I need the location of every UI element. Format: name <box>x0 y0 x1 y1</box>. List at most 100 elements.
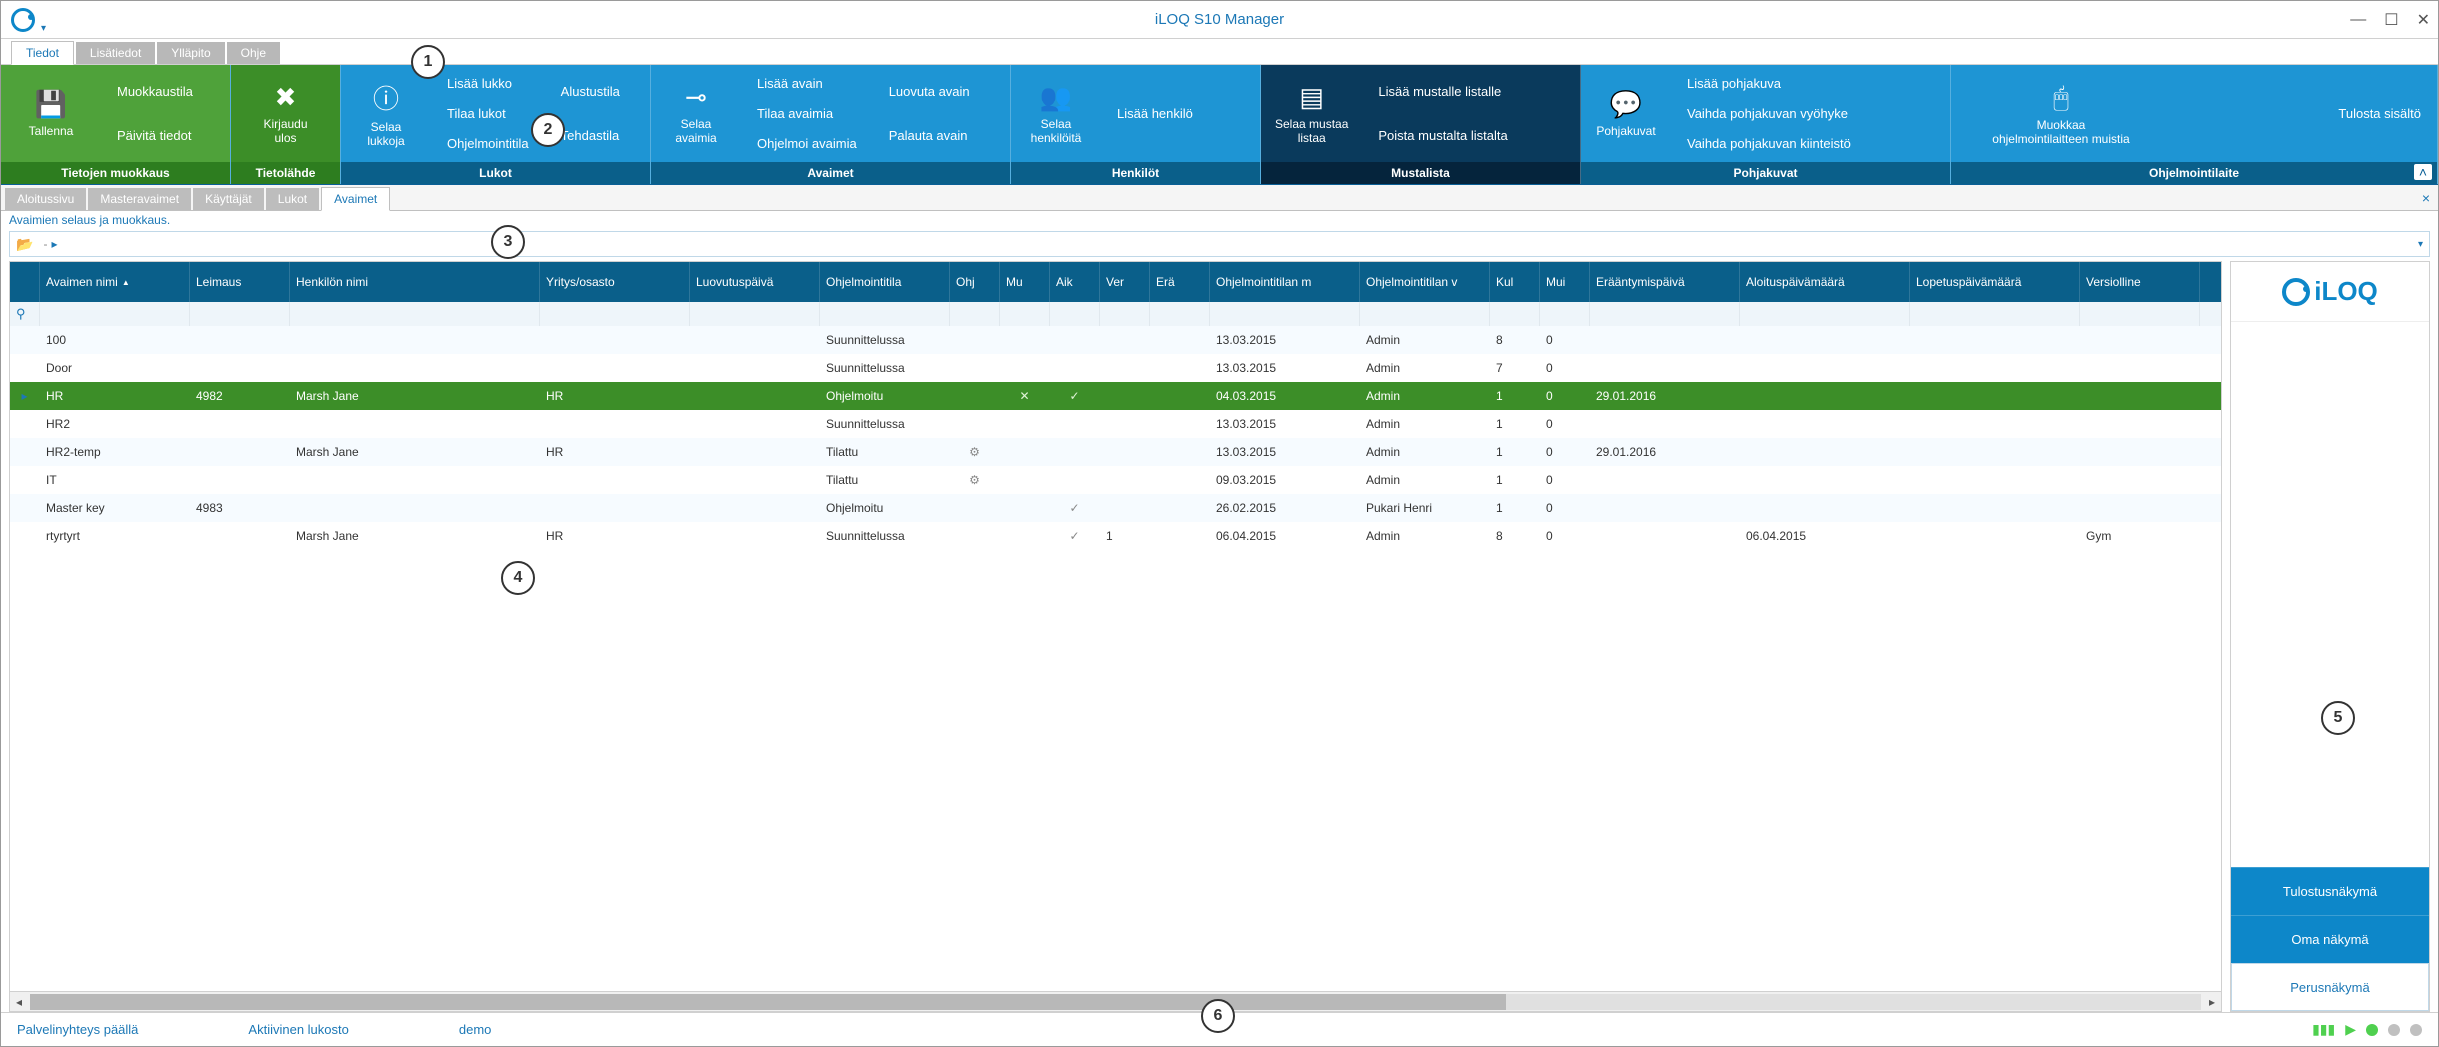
breadcrumb-bar[interactable]: 📂 - ▸ ▾ <box>9 231 2430 257</box>
table-row[interactable]: DoorSuunnittelussa13.03.2015Admin70 <box>10 354 2221 382</box>
col-stamp[interactable]: Leimaus <box>190 262 290 302</box>
table-row[interactable]: HR2Suunnittelussa13.03.2015Admin10 <box>10 410 2221 438</box>
link-print-content[interactable]: Tulosta sisältö <box>2332 103 2427 124</box>
col-start[interactable]: Aloituspäivämäärä <box>1740 262 1910 302</box>
edit-links: Muokkaustila Päivitä tiedot <box>101 65 230 162</box>
col-person[interactable]: Henkilön nimi <box>290 262 540 302</box>
edit-programmer-button[interactable]: 🖱 Muokkaaohjelmointilaitteen muistia <box>1951 65 2171 162</box>
maximize-button[interactable]: ☐ <box>2384 10 2398 30</box>
col-aik[interactable]: Aik <box>1050 262 1100 302</box>
col-pv[interactable]: Ohjelmointitilan v <box>1360 262 1490 302</box>
grid-body[interactable]: 100Suunnittelussa13.03.2015Admin80DoorSu… <box>10 326 2221 991</box>
menutab-lisatiedot[interactable]: Lisätiedot <box>76 42 155 64</box>
table-row[interactable]: ▸HR4982Marsh JaneHROhjelmoitu✕✓04.03.201… <box>10 382 2221 410</box>
scroll-left-icon[interactable]: ◂ <box>10 995 28 1009</box>
check-icon: ✓ <box>1069 389 1079 403</box>
horizontal-scrollbar[interactable]: ◂ ▸ <box>10 991 2221 1011</box>
qat-dropdown-icon[interactable]: ▾ <box>41 23 46 34</box>
browse-locks-button[interactable]: ⓘ Selaalukkoja <box>341 65 431 162</box>
menutab-yllapito[interactable]: Ylläpito <box>157 42 224 64</box>
key-icon: ⊸ <box>685 82 707 113</box>
viewtab-users[interactable]: Käyttäjät <box>193 188 264 210</box>
logout-button[interactable]: ✖ Kirjauduulos <box>231 65 340 162</box>
panel-caption: Avaimien selaus ja muokkaus. <box>1 211 2438 229</box>
close-button[interactable]: ✕ <box>2417 10 2430 30</box>
col-due[interactable]: Erääntymispäivä <box>1590 262 1740 302</box>
ribbon-group-locks: ⓘ Selaalukkoja Lisää lukko Tilaa lukot O… <box>341 65 651 184</box>
link-remove-blacklist[interactable]: Poista mustalta listalta <box>1372 125 1513 146</box>
gear-icon: ⚙ <box>969 473 980 487</box>
basic-view-button[interactable]: Perusnäkymä <box>2231 963 2429 1011</box>
col-org[interactable]: Yritys/osasto <box>540 262 690 302</box>
filter-icon[interactable]: ⚲ <box>16 306 26 322</box>
viewtab-masterkeys[interactable]: Masteravaimet <box>88 188 191 210</box>
table-row[interactable]: rtyrtyrtMarsh JaneHRSuunnittelussa✓106.0… <box>10 522 2221 550</box>
link-program-keys[interactable]: Ohjelmoi avaimia <box>751 133 863 154</box>
link-order-keys[interactable]: Tilaa avaimia <box>751 103 863 124</box>
ribbon-group-edit: 💾 Tallenna Muokkaustila Päivitä tiedot T… <box>1 65 231 184</box>
col-vers[interactable]: Versiolline <box>2080 262 2200 302</box>
browse-keys-button[interactable]: ⊸ Selaaavaimia <box>651 65 741 162</box>
link-add-blacklist[interactable]: Lisää mustalle listalle <box>1372 81 1513 102</box>
ribbon-group-datasource: ✖ Kirjauduulos Tietolähde <box>231 65 341 184</box>
breadcrumb-chevron-icon[interactable]: ▸ <box>51 237 57 251</box>
group-footer-blacklist: Mustalista <box>1261 162 1580 184</box>
link-prog-mode[interactable]: Ohjelmointitila <box>441 133 535 154</box>
link-change-zone[interactable]: Vaihda pohjakuvan vyöhyke <box>1681 103 1857 124</box>
col-mu[interactable]: Mu <box>1000 262 1050 302</box>
group-footer-edit: Tietojen muokkaus <box>1 162 230 184</box>
col-end[interactable]: Lopetuspäivämäärä <box>1910 262 2080 302</box>
main-area: Avaimen nimi▲ Leimaus Henkilön nimi Yrit… <box>9 261 2430 1012</box>
col-mui[interactable]: Mui <box>1540 262 1590 302</box>
table-row[interactable]: Master key4983Ohjelmoitu✓26.02.2015Pukar… <box>10 494 2221 522</box>
scroll-right-icon[interactable]: ▸ <box>2203 995 2221 1009</box>
people-icon: 👥 <box>1040 82 1072 113</box>
viewtab-keys[interactable]: Avaimet <box>321 187 390 211</box>
link-init-mode[interactable]: Alustustila <box>555 81 626 102</box>
menutab-tiedot[interactable]: Tiedot <box>11 41 74 65</box>
browse-persons-button[interactable]: 👥 Selaahenkilöitä <box>1011 65 1101 162</box>
folder-icon[interactable]: 📂 <box>16 236 33 253</box>
link-change-property[interactable]: Vaihda pohjakuvan kiinteistö <box>1681 133 1857 154</box>
col-ohj[interactable]: Ohj <box>950 262 1000 302</box>
link-add-person[interactable]: Lisää henkilö <box>1111 103 1199 124</box>
device-icon: 🖱 <box>2053 82 2069 114</box>
table-row[interactable]: 100Suunnittelussa13.03.2015Admin80 <box>10 326 2221 354</box>
col-deliv[interactable]: Luovutuspäivä <box>690 262 820 302</box>
callout-4: 4 <box>501 561 535 595</box>
tab-close-icon[interactable]: × <box>2422 190 2430 206</box>
brand-logo: iLOQ <box>2231 262 2429 322</box>
minimize-button[interactable]: — <box>2350 11 2366 29</box>
link-add-floorplan[interactable]: Lisää pohjakuva <box>1681 73 1857 94</box>
link-paivita[interactable]: Päivitä tiedot <box>111 125 220 146</box>
scroll-thumb[interactable] <box>30 994 1506 1010</box>
link-hand-out-key[interactable]: Luovuta avain <box>883 81 976 102</box>
floorplans-button[interactable]: 💬 Pohjakuvat <box>1581 65 1671 162</box>
link-factory-mode[interactable]: Tehdastila <box>555 125 626 146</box>
col-pm[interactable]: Ohjelmointitilan m <box>1210 262 1360 302</box>
menutab-ohje[interactable]: Ohje <box>227 42 280 64</box>
viewtab-home[interactable]: Aloitussivu <box>5 188 86 210</box>
menu-tabs: Tiedot Lisätiedot Ylläpito Ohje <box>1 39 2438 65</box>
viewtab-locks[interactable]: Lukot <box>266 188 319 210</box>
col-era[interactable]: Erä <box>1150 262 1210 302</box>
row-marker: ▸ <box>10 389 40 403</box>
breadcrumb-dropdown-icon[interactable]: ▾ <box>2418 239 2423 250</box>
link-add-key[interactable]: Lisää avain <box>751 73 863 94</box>
own-view-button[interactable]: Oma näkymä <box>2231 915 2429 963</box>
link-return-key[interactable]: Palauta avain <box>883 125 976 146</box>
col-kul[interactable]: Kul <box>1490 262 1540 302</box>
link-order-locks[interactable]: Tilaa lukot <box>441 103 535 124</box>
browse-blacklist-button[interactable]: ▤ Selaa mustaalistaa <box>1261 65 1362 162</box>
col-name[interactable]: Avaimen nimi▲ <box>40 262 190 302</box>
table-row[interactable]: HR2-tempMarsh JaneHRTilattu⚙13.03.2015Ad… <box>10 438 2221 466</box>
print-view-button[interactable]: Tulostusnäkymä <box>2231 867 2429 915</box>
table-row[interactable]: ITTilattu⚙09.03.2015Admin10 <box>10 466 2221 494</box>
callout-3: 3 <box>491 225 525 259</box>
col-ver[interactable]: Ver <box>1100 262 1150 302</box>
save-button[interactable]: 💾 Tallenna <box>1 65 101 162</box>
link-add-lock[interactable]: Lisää lukko <box>441 73 535 94</box>
ribbon-collapse-icon[interactable]: ˄ <box>2414 164 2432 180</box>
col-prog[interactable]: Ohjelmointitila <box>820 262 950 302</box>
link-muokkaustila[interactable]: Muokkaustila <box>111 81 220 102</box>
